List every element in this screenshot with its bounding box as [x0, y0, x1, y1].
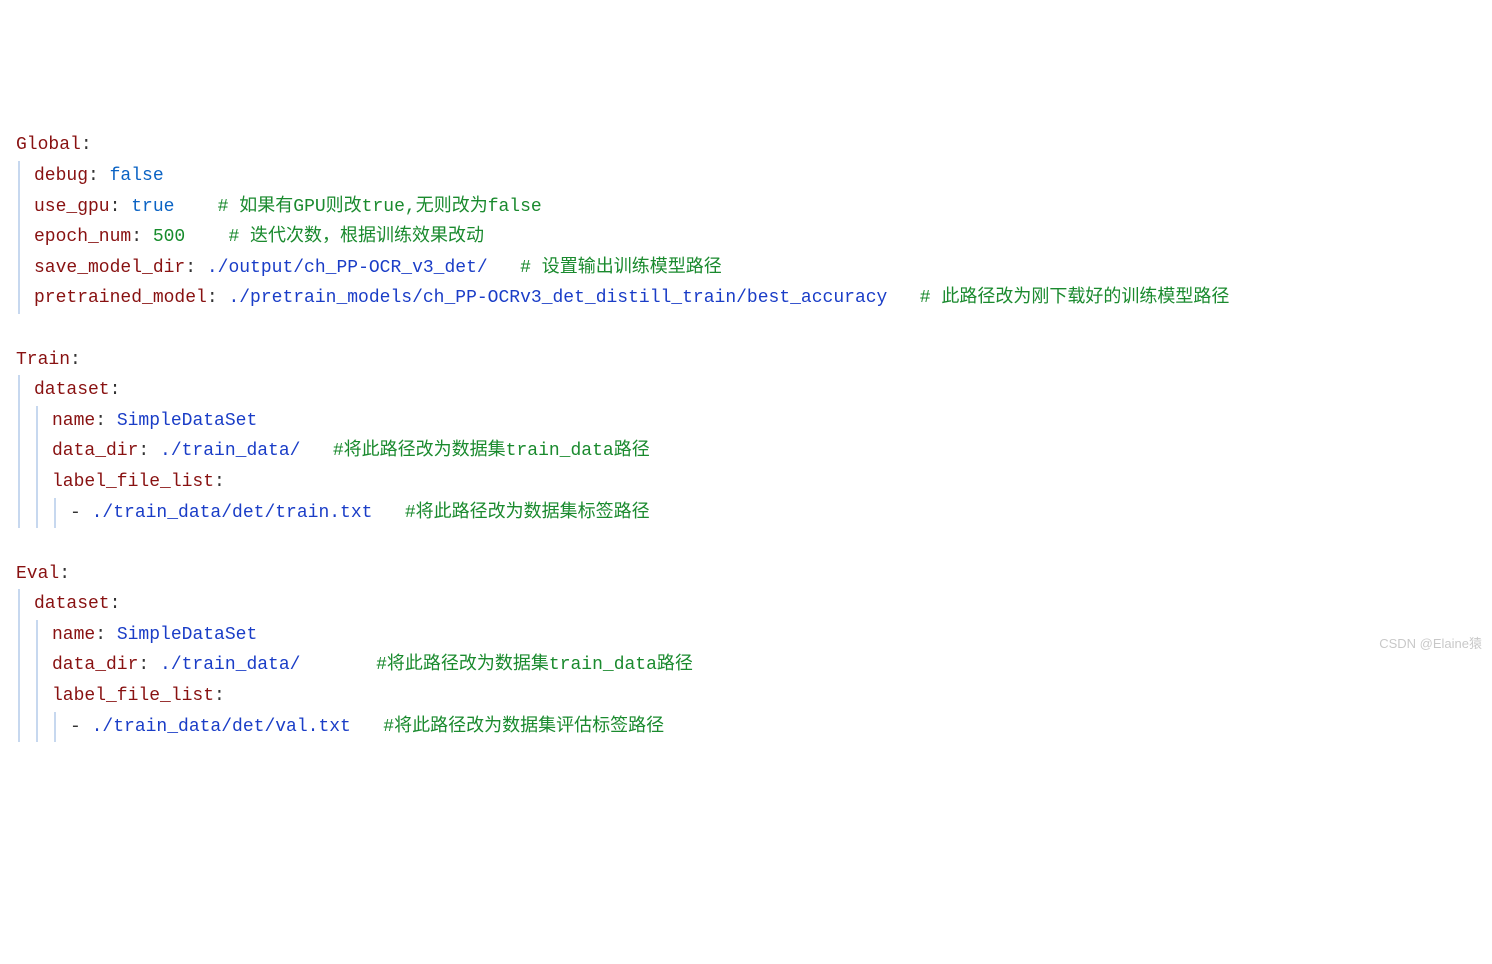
yaml-key: name: [52, 411, 95, 431]
yaml-block-dataset: name: SimpleDataSetdata_dir: ./train_dat…: [36, 406, 1476, 528]
yaml-path: ./train_data/det/train.txt: [92, 503, 373, 523]
yaml-line: label_file_list:: [52, 467, 1476, 498]
yaml-number: 500: [153, 227, 185, 247]
yaml-block-train: dataset:name: SimpleDataSetdata_dir: ./t…: [18, 375, 1476, 528]
yaml-line: - ./train_data/det/train.txt #将此路径改为数据集标…: [70, 498, 1476, 529]
yaml-key: Train: [16, 350, 70, 370]
yaml-key: dataset: [34, 380, 110, 400]
yaml-line: name: SimpleDataSet: [52, 620, 1476, 651]
yaml-key: data_dir: [52, 655, 138, 675]
yaml-line: Eval:: [16, 559, 1476, 590]
yaml-comment: #将此路径改为数据集标签路径: [405, 503, 650, 523]
yaml-block-global: debug: falseuse_gpu: true # 如果有GPU则改true…: [18, 161, 1476, 314]
yaml-path: ./train_data/det/val.txt: [92, 717, 351, 737]
yaml-path: ./pretrain_models/ch_PP-OCRv3_det_distil…: [228, 288, 887, 308]
yaml-line: data_dir: ./train_data/ #将此路径改为数据集train_…: [52, 650, 1476, 681]
yaml-path: ./output/ch_PP-OCR_v3_det/: [207, 258, 488, 278]
yaml-key: data_dir: [52, 441, 138, 461]
yaml-key: use_gpu: [34, 197, 110, 217]
yaml-comment: # 设置输出训练模型路径: [520, 258, 722, 278]
yaml-comment: # 迭代次数，根据训练效果改动: [228, 227, 484, 247]
yaml-line: save_model_dir: ./output/ch_PP-OCR_v3_de…: [34, 253, 1476, 284]
yaml-key: debug: [34, 166, 88, 186]
yaml-line: debug: false: [34, 161, 1476, 192]
yaml-key: label_file_list: [52, 472, 214, 492]
yaml-comment: # 此路径改为刚下载好的训练模型路径: [920, 288, 1230, 308]
yaml-value: SimpleDataSet: [117, 411, 257, 431]
yaml-path: ./train_data/: [160, 655, 300, 675]
yaml-bool: false: [110, 166, 164, 186]
yaml-key: pretrained_model: [34, 288, 207, 308]
yaml-line: dataset:: [34, 375, 1476, 406]
yaml-key: name: [52, 625, 95, 645]
yaml-path: ./train_data/: [160, 441, 300, 461]
yaml-line: use_gpu: true # 如果有GPU则改true,无则改为false: [34, 192, 1476, 223]
yaml-bool: true: [131, 197, 174, 217]
yaml-value: SimpleDataSet: [117, 625, 257, 645]
yaml-line: Train:: [16, 345, 1476, 376]
yaml-block-eval: dataset:name: SimpleDataSetdata_dir: ./t…: [18, 589, 1476, 742]
yaml-line: dataset:: [34, 589, 1476, 620]
yaml-comment: # 如果有GPU则改true,无则改为false: [218, 197, 542, 217]
yaml-line: - ./train_data/det/val.txt #将此路径改为数据集评估标…: [70, 712, 1476, 743]
yaml-comment: #将此路径改为数据集train_data路径: [333, 441, 650, 461]
yaml-key: Eval: [16, 564, 59, 584]
yaml-key: label_file_list: [52, 686, 214, 706]
yaml-key: save_model_dir: [34, 258, 185, 278]
yaml-block-list: - ./train_data/det/val.txt #将此路径改为数据集评估标…: [54, 712, 1476, 743]
yaml-key: dataset: [34, 594, 110, 614]
yaml-line: data_dir: ./train_data/ #将此路径改为数据集train_…: [52, 436, 1476, 467]
yaml-comment: #将此路径改为数据集train_data路径: [376, 655, 693, 675]
watermark: CSDN @Elaine猿: [1379, 633, 1482, 655]
yaml-block-dataset: name: SimpleDataSetdata_dir: ./train_dat…: [36, 620, 1476, 742]
yaml-line: pretrained_model: ./pretrain_models/ch_P…: [34, 283, 1476, 314]
yaml-line: epoch_num: 500 # 迭代次数，根据训练效果改动: [34, 222, 1476, 253]
yaml-line: label_file_list:: [52, 681, 1476, 712]
yaml-key: epoch_num: [34, 227, 131, 247]
yaml-line: Global:: [16, 130, 1476, 161]
yaml-block-list: - ./train_data/det/train.txt #将此路径改为数据集标…: [54, 498, 1476, 529]
yaml-key: Global: [16, 135, 81, 155]
yaml-comment: #将此路径改为数据集评估标签路径: [383, 717, 664, 737]
yaml-line: name: SimpleDataSet: [52, 406, 1476, 437]
